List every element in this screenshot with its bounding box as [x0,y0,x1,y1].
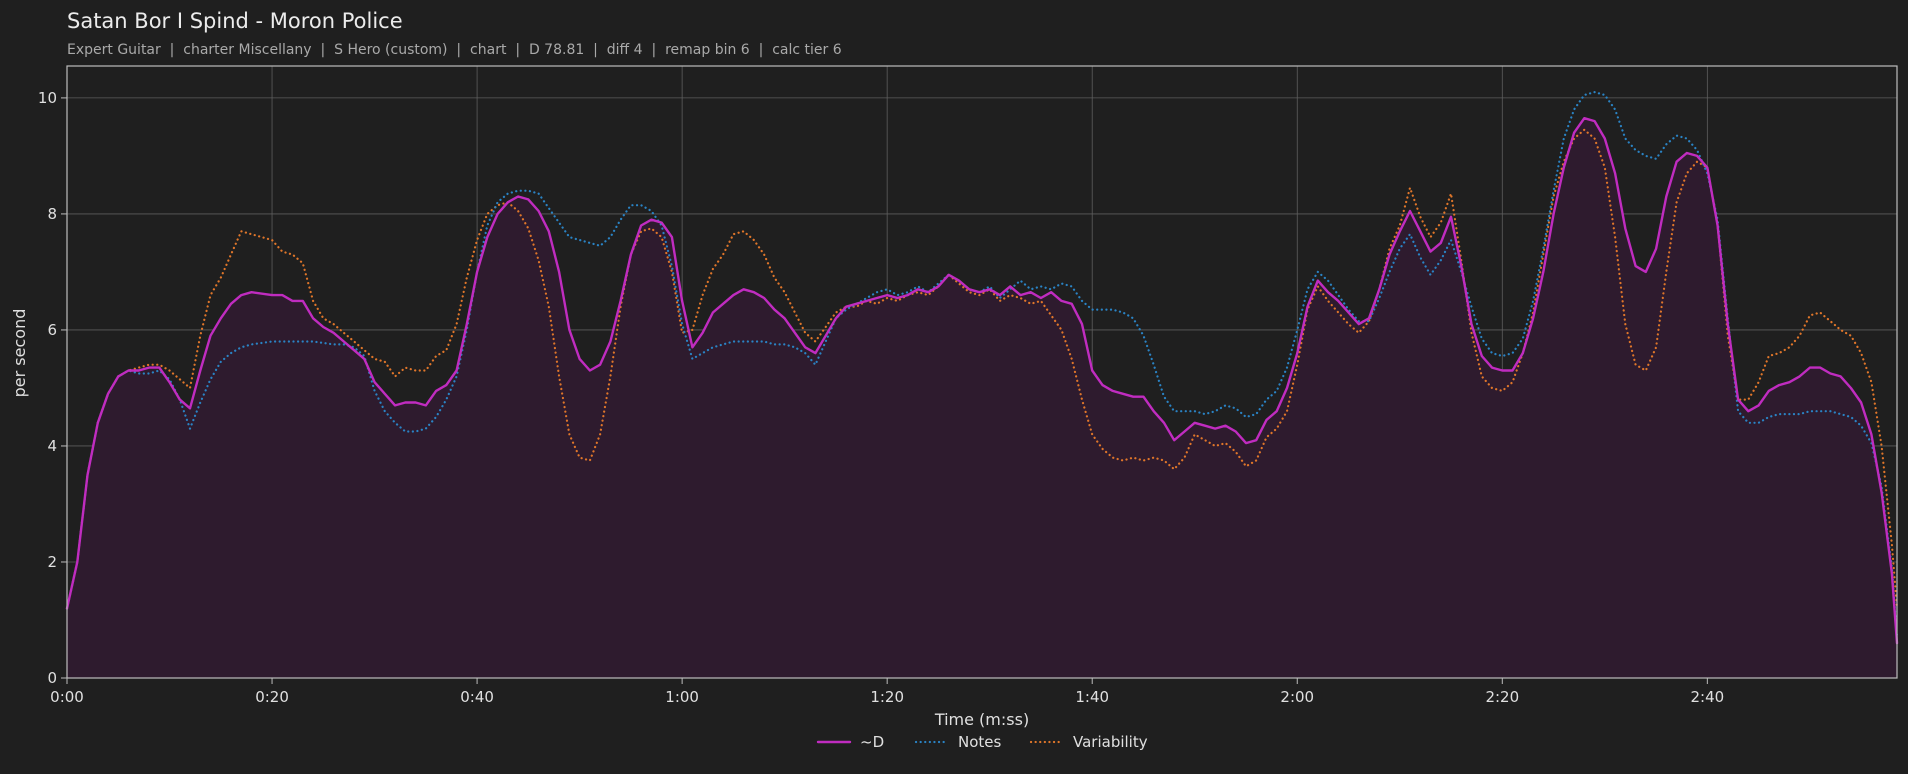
x-tick-label: 0:20 [255,688,289,706]
legend: ~D Notes Variability [816,733,1148,751]
y-tick-label: 0 [47,669,57,687]
plot-area [65,65,1899,679]
y-tick-label: 2 [47,553,57,571]
y-tick-label: 4 [47,437,57,455]
x-axis-ticks: 0:00 0:20 0:40 1:00 1:20 1:40 2:00 2:20 2:40 [50,678,1724,706]
x-tick-label: 2:00 [1280,688,1314,706]
y-tick-label: 10 [38,89,57,107]
x-tick-label: 1:40 [1075,688,1109,706]
x-tick-label: 0:00 [50,688,84,706]
chart-subtitle: Expert Guitar | charter Miscellany | S H… [67,42,842,58]
legend-label: Variability [1073,733,1148,751]
x-axis-label: Time (m:ss) [934,710,1029,729]
x-tick-label: 1:00 [665,688,699,706]
x-tick-label: 2:40 [1690,688,1724,706]
x-tick-label: 1:20 [870,688,904,706]
chart-title: Satan Bor I Spind - Moron Police [67,9,403,33]
x-tick-label: 0:40 [460,688,494,706]
x-tick-label: 2:20 [1485,688,1519,706]
y-axis-ticks: 0 2 4 6 8 10 [38,89,67,687]
y-tick-label: 8 [47,205,57,223]
y-tick-label: 6 [47,321,57,339]
y-axis-label: per second [10,309,29,398]
legend-label: ~D [860,733,884,751]
chart: Satan Bor I Spind - Moron Police Expert … [10,9,1899,751]
legend-label: Notes [958,733,1002,751]
